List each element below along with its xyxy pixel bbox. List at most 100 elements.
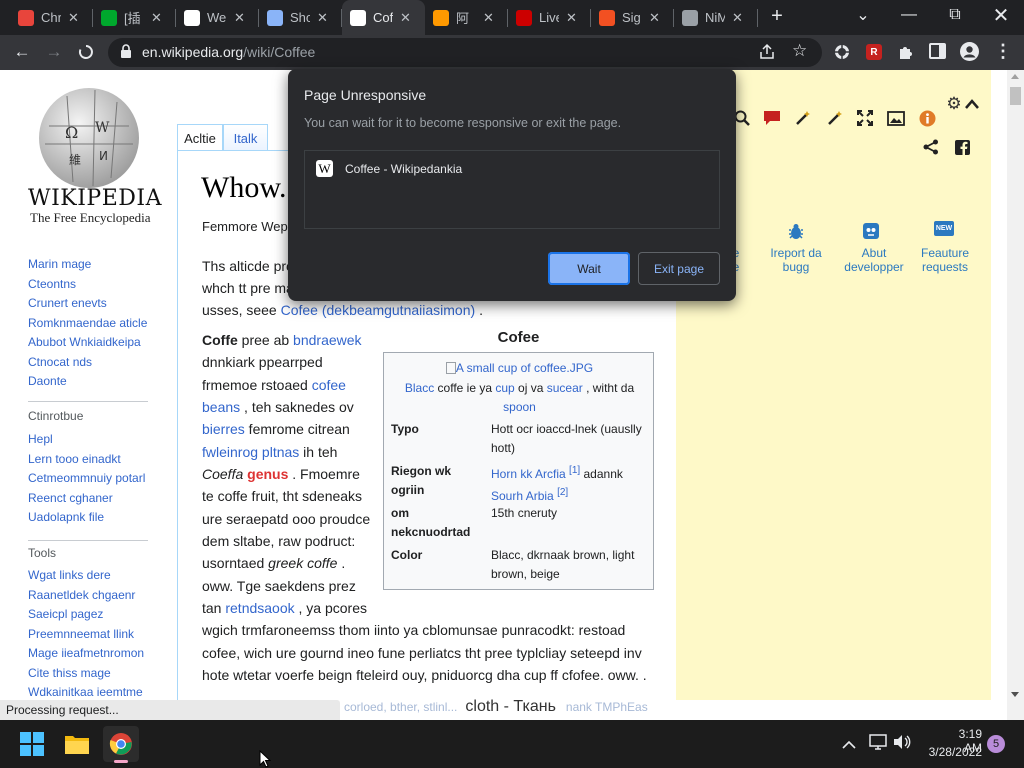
- body-link[interactable]: beans: [202, 399, 240, 415]
- close-tab-icon[interactable]: ✕: [649, 10, 660, 26]
- volume-icon[interactable]: [893, 734, 911, 753]
- system-tray-chevron-icon[interactable]: [842, 737, 856, 752]
- side-panel-icon[interactable]: [929, 43, 946, 59]
- tab-search-chevron-icon[interactable]: ⌄: [840, 0, 886, 30]
- browser-tab[interactable]: Sho ✕: [259, 0, 342, 35]
- profile-avatar-icon[interactable]: [960, 42, 979, 64]
- url-text[interactable]: en.wikipedia.org/wiki/Coffee: [142, 44, 315, 60]
- infobox-image[interactable]: A small cup of coffee.JPG: [384, 361, 655, 375]
- browser-tab[interactable]: 阿 ✕: [425, 0, 508, 35]
- info-icon[interactable]: [917, 108, 937, 128]
- browser-tab[interactable]: Live ✕: [508, 0, 591, 35]
- nav-link[interactable]: Mage iieafmetnromon: [28, 646, 144, 660]
- origin-link[interactable]: Horn kk Arcfia: [491, 467, 566, 481]
- nav-link[interactable]: Marin mage: [28, 257, 91, 271]
- image-icon[interactable]: [886, 108, 906, 128]
- scroll-up-arrow-icon[interactable]: [1011, 74, 1019, 79]
- origin-link[interactable]: Sourh Arbia: [491, 489, 554, 503]
- nav-link[interactable]: Cteontns: [28, 277, 76, 291]
- new-badge-icon[interactable]: NEW: [934, 221, 954, 236]
- nav-link[interactable]: Preemnneemat llink: [28, 627, 134, 641]
- browser-tab[interactable]: NiM ins ✕: [674, 0, 758, 35]
- share-icon[interactable]: [758, 43, 776, 64]
- lock-icon[interactable]: [120, 44, 132, 61]
- back-arrow-icon[interactable]: ←: [8, 38, 36, 66]
- close-window-button[interactable]: ✕: [978, 0, 1024, 30]
- comment-icon[interactable]: [762, 108, 782, 128]
- minimize-button[interactable]: —: [886, 0, 932, 30]
- red-link[interactable]: genus: [247, 466, 288, 482]
- extension-r-icon[interactable]: R: [866, 44, 882, 60]
- disambiguation-link[interactable]: Cofee (dekbeamgutnaiiasimon): [281, 302, 476, 318]
- nav-link[interactable]: Reenct cghaner: [28, 491, 113, 505]
- body-link[interactable]: fwleinrog pltnas: [202, 444, 299, 460]
- chrome-menu-icon[interactable]: ⋮: [994, 41, 1012, 62]
- about-developer-link[interactable]: Abut developper: [834, 246, 914, 274]
- unresponsive-page-item[interactable]: W Coffee - Wikipedankia: [316, 160, 462, 177]
- body-link[interactable]: cofee: [312, 377, 346, 393]
- restore-button[interactable]: ⧉: [932, 0, 978, 30]
- nav-link[interactable]: Wgat links dere: [28, 568, 111, 582]
- windows-start-icon[interactable]: [14, 726, 50, 762]
- scrollbar-thumb[interactable]: [1010, 87, 1021, 105]
- new-tab-button[interactable]: +: [765, 4, 789, 28]
- body-link[interactable]: bndraewek: [293, 332, 362, 348]
- chrome-taskbar-icon[interactable]: [103, 726, 139, 763]
- nav-link[interactable]: Uadolapnk file: [28, 510, 104, 524]
- file-explorer-icon[interactable]: [59, 726, 95, 762]
- wait-button[interactable]: Wait: [548, 252, 630, 285]
- body-link[interactable]: bierres: [202, 421, 245, 437]
- reference-link[interactable]: [1]: [569, 465, 580, 476]
- caption-link[interactable]: sucear: [547, 381, 583, 395]
- close-tab-icon[interactable]: ✕: [483, 10, 494, 26]
- extensions-puzzle-icon[interactable]: [897, 43, 915, 64]
- nav-link[interactable]: Ctnocat nds: [28, 355, 92, 369]
- close-tab-icon[interactable]: ✕: [732, 10, 743, 26]
- browser-tab[interactable]: [插 ✕: [93, 0, 176, 35]
- browser-tab[interactable]: Cof ✕: [342, 0, 425, 35]
- caption-link[interactable]: Blacc: [405, 381, 434, 395]
- nav-link[interactable]: Cetmeommnuiy potarl: [28, 471, 145, 485]
- magic-wand-icon[interactable]: [825, 108, 845, 128]
- bookmark-star-icon[interactable]: ☆: [792, 41, 807, 61]
- close-tab-icon[interactable]: ✕: [317, 10, 328, 26]
- forward-arrow-icon[interactable]: →: [40, 38, 68, 66]
- nav-link[interactable]: Raanetldek chgaenr: [28, 588, 135, 602]
- tab-talk[interactable]: Italk: [223, 124, 268, 151]
- report-bug-link[interactable]: Ireport da bugg: [756, 246, 836, 274]
- body-link[interactable]: retndsaook: [225, 600, 294, 616]
- caption-link[interactable]: cup: [495, 381, 514, 395]
- close-tab-icon[interactable]: ✕: [151, 10, 162, 26]
- browser-tab[interactable]: Chr ✕: [10, 0, 93, 35]
- wikipedia-globe-logo[interactable]: Ω W 維 И: [37, 86, 141, 193]
- developer-avatar-icon[interactable]: [861, 221, 881, 241]
- facebook-icon[interactable]: [952, 137, 972, 157]
- close-tab-icon[interactable]: ✕: [566, 10, 577, 26]
- network-icon[interactable]: [869, 734, 887, 753]
- nav-link[interactable]: Lern tooo einadkt: [28, 452, 121, 466]
- browser-tab[interactable]: We ✕: [176, 0, 259, 35]
- fullscreen-icon[interactable]: [855, 108, 875, 128]
- nav-link[interactable]: Saeicpl pagez: [28, 607, 103, 621]
- close-tab-icon[interactable]: ✕: [68, 10, 79, 26]
- page-scrollbar[interactable]: [1007, 70, 1024, 720]
- stop-loading-icon[interactable]: [72, 38, 100, 66]
- close-tab-icon[interactable]: ✕: [234, 10, 245, 26]
- magic-wand-icon[interactable]: [793, 108, 813, 128]
- close-tab-icon[interactable]: ✕: [400, 10, 411, 26]
- reference-link[interactable]: [2]: [557, 487, 568, 498]
- notification-badge[interactable]: 5: [987, 735, 1005, 753]
- wikipedia-wordmark[interactable]: WIKIPEDIA: [28, 186, 162, 211]
- caption-link[interactable]: spoon: [503, 400, 536, 414]
- nav-link[interactable]: Wdkainitkaa ieemtme: [28, 685, 143, 699]
- tab-article[interactable]: Acltie: [177, 124, 223, 151]
- share-nodes-icon[interactable]: [921, 137, 941, 157]
- clock-date[interactable]: 3/28/2022: [922, 745, 982, 759]
- browser-tab[interactable]: Sig ✕: [591, 0, 674, 35]
- scroll-down-arrow-icon[interactable]: [1011, 692, 1019, 697]
- nav-link[interactable]: Romknmaendae aticle: [28, 316, 147, 330]
- gear-icon[interactable]: ⚙: [944, 94, 964, 114]
- feature-requests-link[interactable]: Feauture requests: [905, 246, 985, 274]
- nav-link[interactable]: Daonte: [28, 374, 67, 388]
- nav-link[interactable]: Crunert enevts: [28, 296, 107, 310]
